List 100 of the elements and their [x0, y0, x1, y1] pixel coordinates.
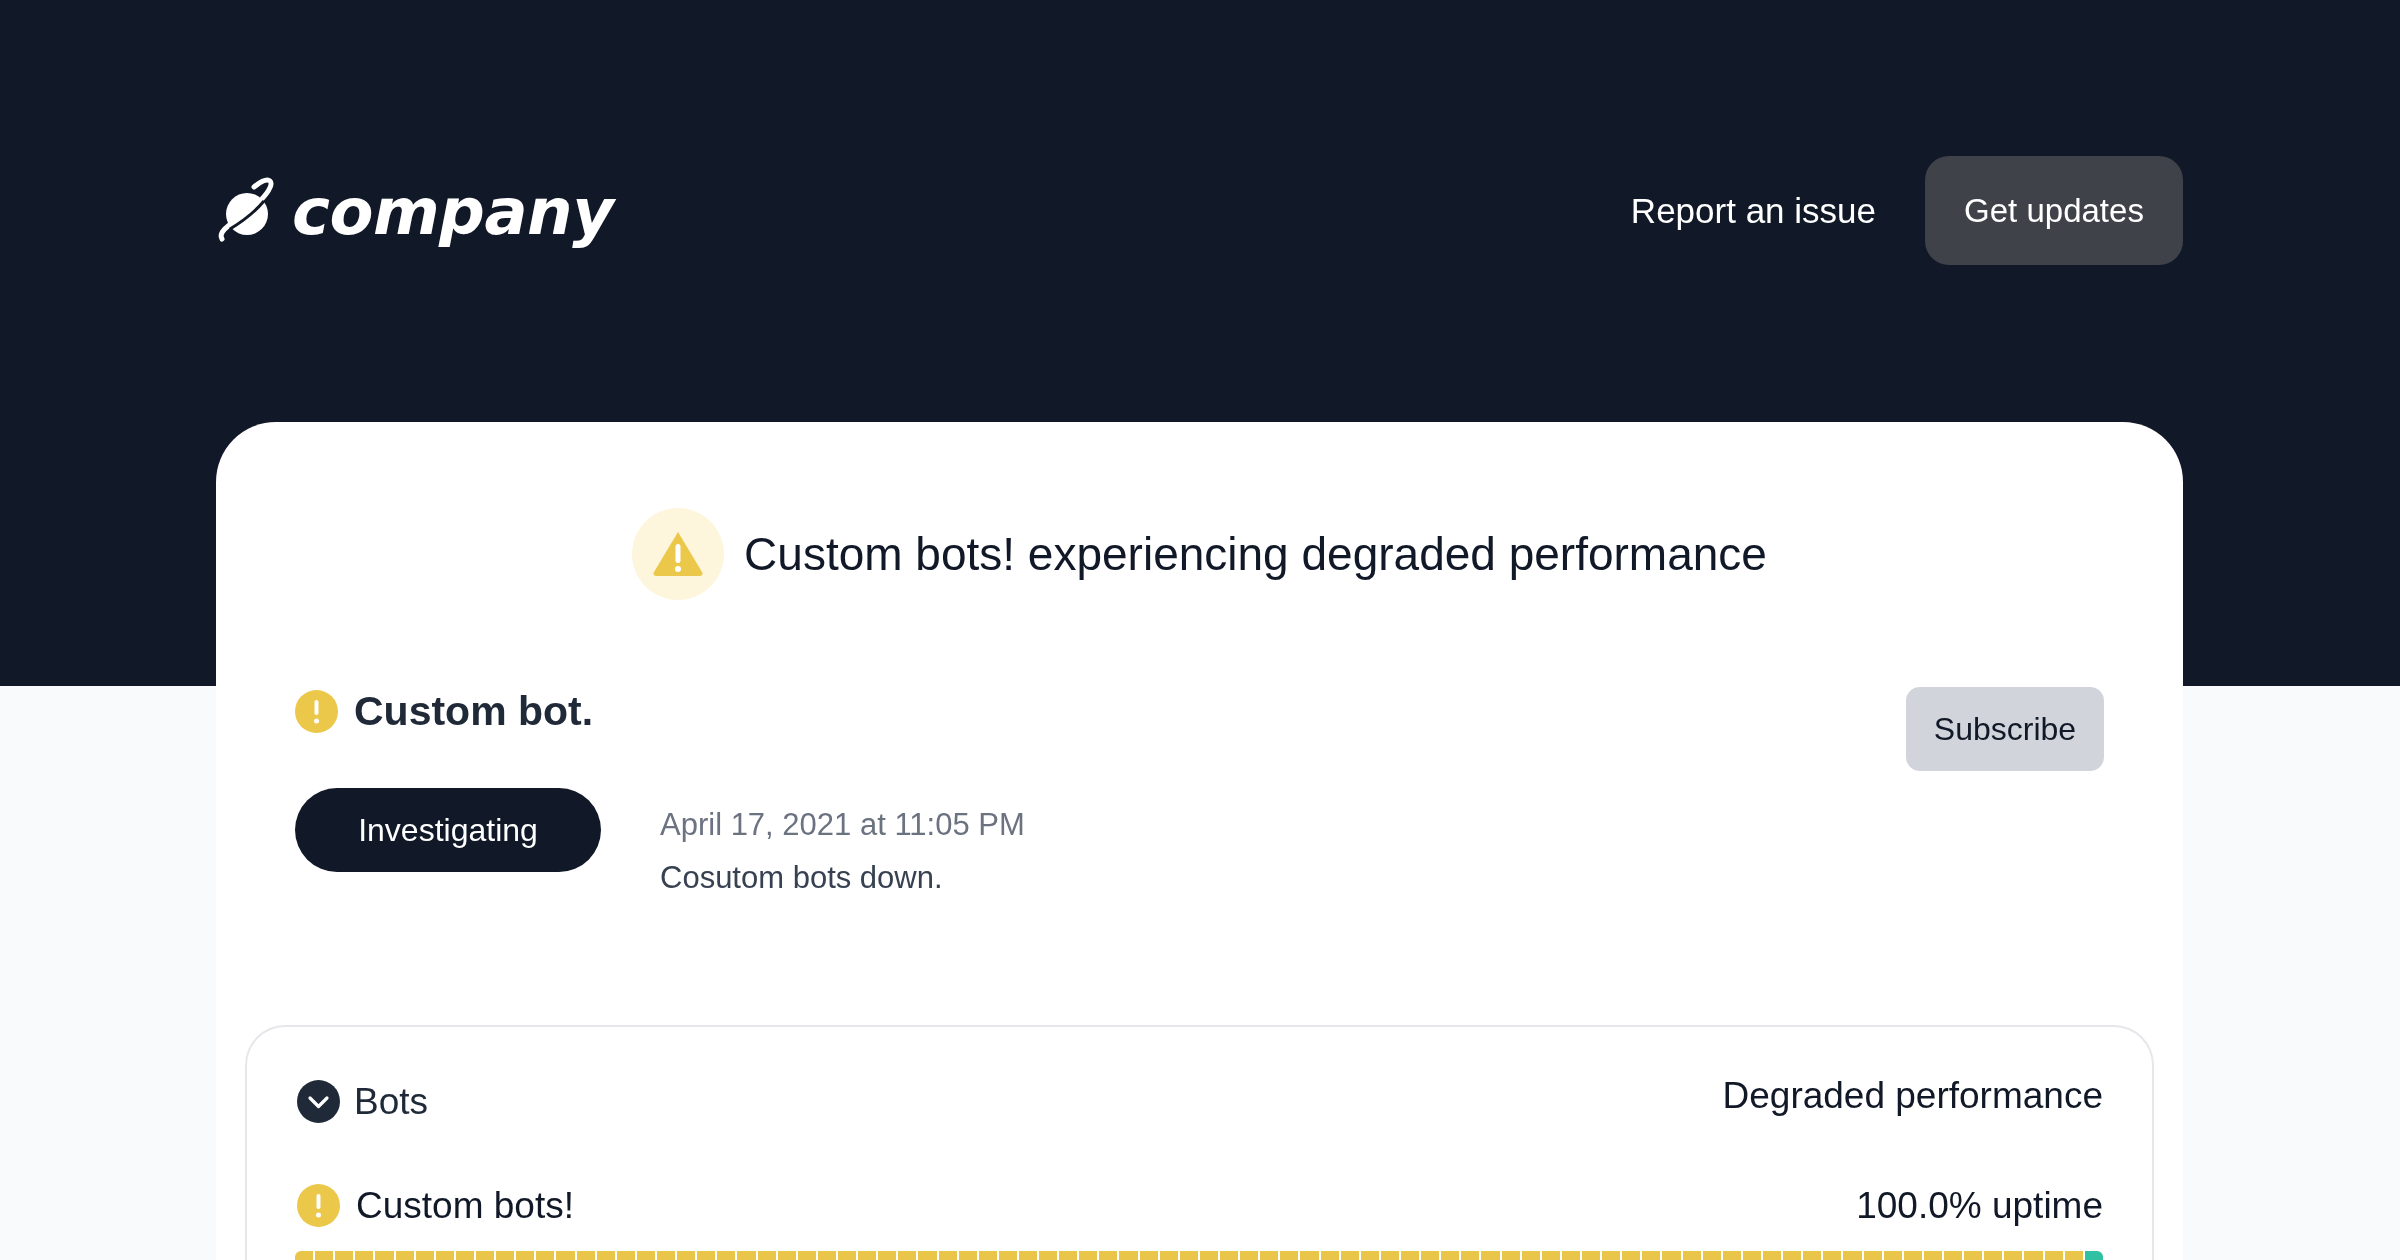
uptime-day-bar[interactable]	[1340, 1251, 1359, 1260]
uptime-day-bar[interactable]	[2084, 1251, 2103, 1260]
uptime-day-bar[interactable]	[998, 1251, 1017, 1260]
uptime-day-bar[interactable]	[435, 1251, 454, 1260]
uptime-day-bar[interactable]	[697, 1251, 716, 1260]
uptime-percentage: 100.0% uptime	[1856, 1184, 2103, 1227]
uptime-day-bar[interactable]	[556, 1251, 575, 1260]
uptime-day-bar[interactable]	[1059, 1251, 1078, 1260]
uptime-day-bar[interactable]	[757, 1251, 776, 1260]
uptime-day-bar[interactable]	[1662, 1251, 1681, 1260]
uptime-day-bar[interactable]	[1541, 1251, 1560, 1260]
investigating-badge: Investigating	[295, 788, 601, 872]
uptime-day-bar[interactable]	[496, 1251, 515, 1260]
uptime-day-bar[interactable]	[938, 1251, 957, 1260]
uptime-day-bar[interactable]	[455, 1251, 474, 1260]
report-issue-link[interactable]: Report an issue	[1630, 190, 1876, 231]
uptime-day-bar[interactable]	[898, 1251, 917, 1260]
uptime-day-bar[interactable]	[1803, 1251, 1822, 1260]
get-updates-button[interactable]: Get updates	[1925, 156, 2183, 265]
uptime-day-bar[interactable]	[636, 1251, 655, 1260]
uptime-day-bar[interactable]	[837, 1251, 857, 1260]
uptime-day-bar[interactable]	[1923, 1251, 1942, 1260]
uptime-day-bar[interactable]	[958, 1251, 977, 1260]
uptime-day-bar[interactable]	[1401, 1251, 1420, 1260]
uptime-day-bar[interactable]	[315, 1251, 334, 1260]
uptime-day-bar[interactable]	[1240, 1251, 1259, 1260]
chevron-icon[interactable]	[297, 1080, 340, 1123]
uptime-day-bar[interactable]	[375, 1251, 394, 1260]
uptime-day-bar[interactable]	[1501, 1251, 1520, 1260]
uptime-day-bar[interactable]	[516, 1251, 535, 1260]
uptime-day-bar[interactable]	[596, 1251, 615, 1260]
uptime-day-bar[interactable]	[717, 1251, 736, 1260]
uptime-day-bar[interactable]	[1943, 1251, 1963, 1260]
uptime-day-bar[interactable]	[1380, 1251, 1399, 1260]
uptime-day-bar[interactable]	[2044, 1251, 2063, 1260]
uptime-day-bar[interactable]	[1883, 1251, 1902, 1260]
uptime-day-bar[interactable]	[1441, 1251, 1460, 1260]
uptime-day-bar[interactable]	[576, 1251, 595, 1260]
uptime-day-bar[interactable]	[656, 1251, 676, 1260]
uptime-day-bar[interactable]	[1360, 1251, 1379, 1260]
uptime-day-bar[interactable]	[2004, 1251, 2023, 1260]
uptime-day-bar[interactable]	[918, 1251, 937, 1260]
uptime-day-bar[interactable]	[858, 1251, 877, 1260]
uptime-day-bar[interactable]	[1159, 1251, 1178, 1260]
uptime-day-bar[interactable]	[1521, 1251, 1540, 1260]
uptime-day-bar[interactable]	[1220, 1251, 1239, 1260]
component-name: Custom bots!	[356, 1184, 574, 1227]
uptime-day-bar[interactable]	[1018, 1251, 1038, 1260]
uptime-day-bar[interactable]	[1561, 1251, 1580, 1260]
uptime-day-bar[interactable]	[1682, 1251, 1701, 1260]
uptime-day-bar[interactable]	[878, 1251, 897, 1260]
uptime-day-bar[interactable]	[616, 1251, 635, 1260]
uptime-day-bar[interactable]	[1079, 1251, 1098, 1260]
uptime-day-bar[interactable]	[1119, 1251, 1138, 1260]
uptime-day-bar[interactable]	[777, 1251, 796, 1260]
uptime-day-bar[interactable]	[1582, 1251, 1601, 1260]
uptime-day-bar[interactable]	[978, 1251, 997, 1260]
uptime-day-bar[interactable]	[1320, 1251, 1339, 1260]
uptime-day-bar[interactable]	[1722, 1251, 1741, 1260]
uptime-day-bar[interactable]	[1984, 1251, 2003, 1260]
uptime-day-bar[interactable]	[1421, 1251, 1440, 1260]
uptime-day-bar[interactable]	[1481, 1251, 1500, 1260]
uptime-day-bar[interactable]	[677, 1251, 696, 1260]
uptime-day-bar[interactable]	[415, 1251, 434, 1260]
uptime-day-bar[interactable]	[1280, 1251, 1299, 1260]
uptime-day-bar[interactable]	[1602, 1251, 1621, 1260]
uptime-day-bar[interactable]	[1783, 1251, 1802, 1260]
uptime-day-bar[interactable]	[1843, 1251, 1862, 1260]
uptime-day-bar[interactable]	[1964, 1251, 1983, 1260]
uptime-day-bar[interactable]	[1199, 1251, 1219, 1260]
uptime-day-bar[interactable]	[1300, 1251, 1319, 1260]
component-group-name: Bots	[354, 1080, 429, 1123]
uptime-day-bar[interactable]	[817, 1251, 836, 1260]
uptime-day-bar[interactable]	[1763, 1251, 1782, 1260]
uptime-day-bar[interactable]	[1039, 1251, 1058, 1260]
component-group-status: Degraded performance	[1722, 1074, 2103, 1117]
uptime-day-bar[interactable]	[1260, 1251, 1279, 1260]
uptime-day-bar[interactable]	[295, 1251, 314, 1260]
uptime-day-bar[interactable]	[1179, 1251, 1198, 1260]
uptime-day-bar[interactable]	[355, 1251, 374, 1260]
uptime-day-bar[interactable]	[1642, 1251, 1661, 1260]
uptime-day-bar[interactable]	[2064, 1251, 2083, 1260]
update-message: Cosutom bots down.	[660, 859, 944, 897]
uptime-day-bar[interactable]	[1702, 1251, 1721, 1260]
uptime-day-bar[interactable]	[1823, 1251, 1842, 1260]
uptime-day-bar[interactable]	[335, 1251, 354, 1260]
uptime-day-bar[interactable]	[395, 1251, 414, 1260]
uptime-day-bar[interactable]	[1903, 1251, 1922, 1260]
uptime-day-bar[interactable]	[2024, 1251, 2043, 1260]
uptime-day-bar[interactable]	[797, 1251, 816, 1260]
uptime-day-bar[interactable]	[1863, 1251, 1882, 1260]
uptime-day-bar[interactable]	[1139, 1251, 1158, 1260]
uptime-day-bar[interactable]	[476, 1251, 495, 1260]
uptime-day-bar[interactable]	[1742, 1251, 1761, 1260]
uptime-day-bar[interactable]	[737, 1251, 756, 1260]
subscribe-button[interactable]: Subscribe	[1906, 687, 2104, 771]
uptime-day-bar[interactable]	[1099, 1251, 1118, 1260]
uptime-day-bar[interactable]	[1461, 1251, 1480, 1260]
uptime-day-bar[interactable]	[536, 1251, 555, 1260]
uptime-day-bar[interactable]	[1622, 1251, 1641, 1260]
